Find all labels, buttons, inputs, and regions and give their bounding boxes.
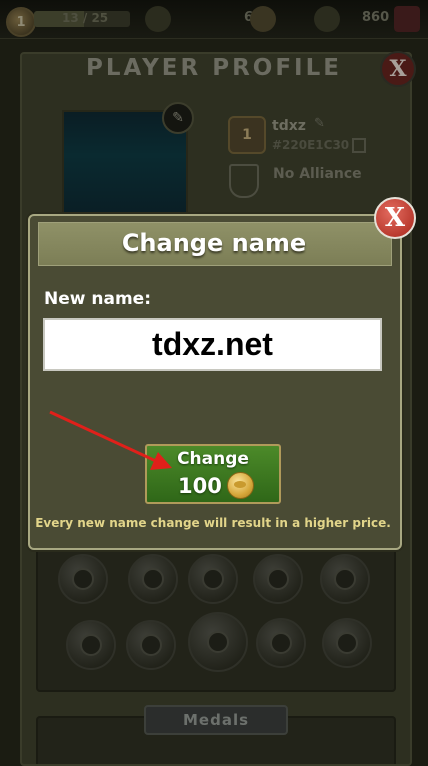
top-resource-bar: 1 13 / 25 640 860: [0, 0, 428, 39]
profile-close-button[interactable]: X: [380, 51, 416, 87]
page-title: PLAYER PROFILE: [86, 55, 342, 81]
gem-icon: [394, 6, 420, 32]
alliance-shield-icon: [229, 164, 259, 198]
change-button-label: Change: [177, 449, 249, 469]
medal-icon[interactable]: [253, 554, 303, 604]
new-name-label: New name:: [44, 289, 151, 309]
new-name-input[interactable]: [43, 318, 382, 371]
close-icon: X: [389, 56, 407, 82]
medal-emblem: [336, 632, 358, 654]
xp-progress-text: 13 / 25: [62, 11, 109, 25]
medal-emblem: [72, 568, 94, 590]
price-warning-text: Every new name change will result in a h…: [35, 516, 391, 530]
alliance-status: No Alliance: [273, 166, 362, 182]
gold-coin-icon: [227, 472, 254, 499]
medals-grid: [36, 548, 396, 692]
medal-emblem: [142, 568, 164, 590]
resource-icon: [145, 6, 171, 32]
medal-icon[interactable]: [188, 612, 248, 672]
avatar-edit-button[interactable]: ✎: [162, 102, 194, 134]
pencil-icon[interactable]: ✎: [314, 116, 325, 131]
close-icon: X: [384, 203, 406, 233]
medal-emblem: [202, 568, 224, 590]
medal-icon[interactable]: [128, 554, 178, 604]
change-name-button[interactable]: Change 100: [145, 444, 281, 504]
player-name: tdxz: [272, 118, 306, 134]
resource-2-amount: 860: [362, 10, 390, 25]
medal-icon[interactable]: [188, 554, 238, 604]
gold-coin-icon: [250, 6, 276, 32]
medal-icon[interactable]: [58, 554, 108, 604]
pencil-icon: ✎: [172, 110, 184, 126]
medal-emblem: [140, 634, 162, 656]
medal-icon[interactable]: [256, 618, 306, 668]
change-price: 100: [178, 474, 222, 498]
medal-icon[interactable]: [320, 554, 370, 604]
medal-icon[interactable]: [66, 620, 116, 670]
dialog-title: Change name: [121, 229, 307, 257]
player-level-badge: 1: [6, 7, 36, 37]
medal-emblem: [207, 631, 229, 653]
copy-icon[interactable]: [352, 138, 366, 153]
medal-emblem: [334, 568, 356, 590]
medal-icon[interactable]: [126, 620, 176, 670]
rank-badge-icon: 1: [228, 116, 266, 154]
resource-icon: [314, 6, 340, 32]
medal-emblem: [270, 632, 292, 654]
medal-emblem: [267, 568, 289, 590]
medal-emblem: [80, 634, 102, 656]
medal-icon[interactable]: [322, 618, 372, 668]
player-id: #220E1C30: [272, 138, 350, 152]
dialog-close-button[interactable]: X: [374, 197, 416, 239]
tab-medals[interactable]: Medals: [144, 705, 288, 735]
